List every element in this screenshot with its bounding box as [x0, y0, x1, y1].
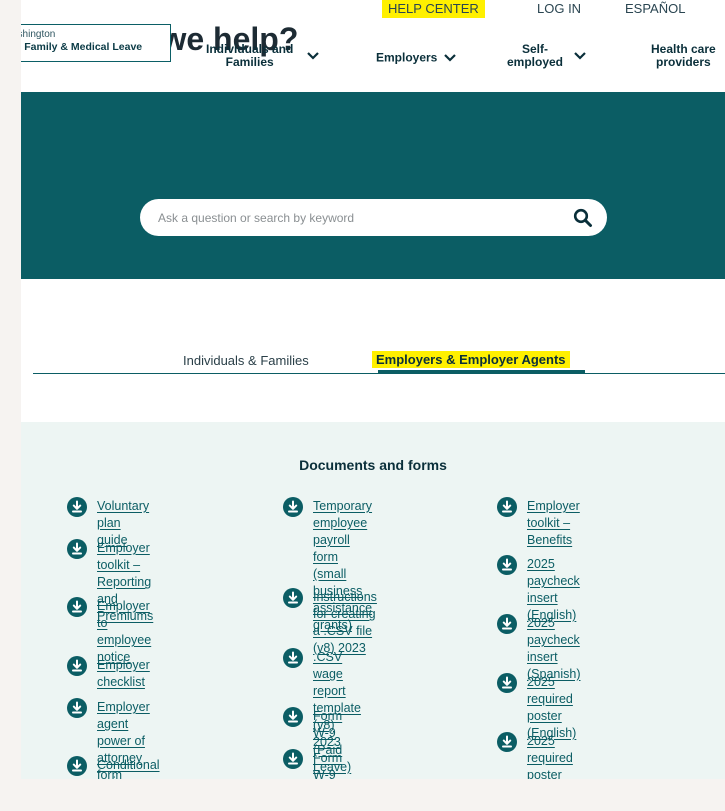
logo-line-2: id Family & Medical Leave	[21, 41, 143, 53]
search-bar	[140, 199, 607, 236]
download-icon[interactable]	[497, 497, 517, 517]
nav-self-employed[interactable]: Self- employed	[507, 42, 587, 69]
nav-self-employed-label: Self- employed	[507, 42, 564, 69]
download-icon[interactable]	[283, 497, 303, 517]
document-link[interactable]: 2025 paycheck insert (English)	[527, 556, 580, 624]
document-link[interactable]: Instructions for creating a .CSV file (v…	[313, 589, 377, 657]
download-icon[interactable]	[67, 539, 87, 559]
chevron-down-icon	[306, 52, 319, 60]
document-link[interactable]: Form W-9 (WA Cares)	[313, 750, 351, 779]
nav-health-care-providers[interactable]: Health care providers	[651, 43, 716, 69]
search-input[interactable]	[156, 207, 540, 229]
chevron-down-icon	[574, 52, 587, 60]
document-link[interactable]: Conditional waiver	[97, 757, 160, 779]
logo[interactable]: ashington id Family & Medical Leave	[21, 24, 171, 62]
nav-health-care-label: Health care providers	[651, 42, 716, 69]
espanol-link[interactable]: ESPAÑOL	[625, 0, 685, 18]
download-icon[interactable]	[67, 656, 87, 676]
nav-individuals-families[interactable]: Individuals and Families	[206, 43, 319, 69]
active-tab-indicator	[378, 370, 585, 373]
search-icon[interactable]	[573, 208, 593, 228]
document-link[interactable]: Employer toolkit – Benefits	[527, 498, 580, 549]
log-in-link[interactable]: LOG IN	[537, 0, 581, 18]
download-icon[interactable]	[497, 673, 517, 693]
download-icon[interactable]	[283, 707, 303, 727]
download-icon[interactable]	[283, 588, 303, 608]
documents-title: Documents and forms	[299, 457, 447, 473]
download-icon[interactable]	[67, 597, 87, 617]
help-center-link[interactable]: HELP CENTER	[382, 0, 485, 18]
page: HELP CENTER LOG IN ESPAÑOL ashington id …	[21, 0, 725, 779]
tab-employers-agents[interactable]: Employers & Employer Agents	[372, 351, 570, 368]
tab-divider	[33, 373, 725, 374]
document-link[interactable]: 2025 required poster (English)	[527, 674, 576, 742]
download-icon[interactable]	[67, 698, 87, 718]
nav-individuals-label: Individuals and Families	[206, 42, 294, 69]
download-icon[interactable]	[497, 732, 517, 752]
logo-line-1: ashington	[21, 29, 56, 40]
download-icon[interactable]	[497, 555, 517, 575]
download-icon[interactable]	[67, 497, 87, 517]
hero-banner	[21, 92, 725, 279]
document-link[interactable]: Employer checklist	[97, 657, 150, 691]
document-link[interactable]: 2025 required poster (Spanish)	[527, 733, 581, 779]
download-icon[interactable]	[283, 648, 303, 668]
download-icon[interactable]	[283, 749, 303, 769]
download-icon[interactable]	[497, 614, 517, 634]
tab-individuals-families[interactable]: Individuals & Families	[183, 353, 309, 368]
nav-employers[interactable]: Employers	[376, 51, 456, 64]
chevron-down-icon	[443, 54, 456, 62]
nav-employers-label: Employers	[376, 50, 438, 65]
document-link[interactable]: 2025 paycheck insert (Spanish)	[527, 615, 581, 683]
document-link[interactable]: Employer to employee notice	[97, 598, 151, 666]
download-icon[interactable]	[67, 756, 87, 776]
